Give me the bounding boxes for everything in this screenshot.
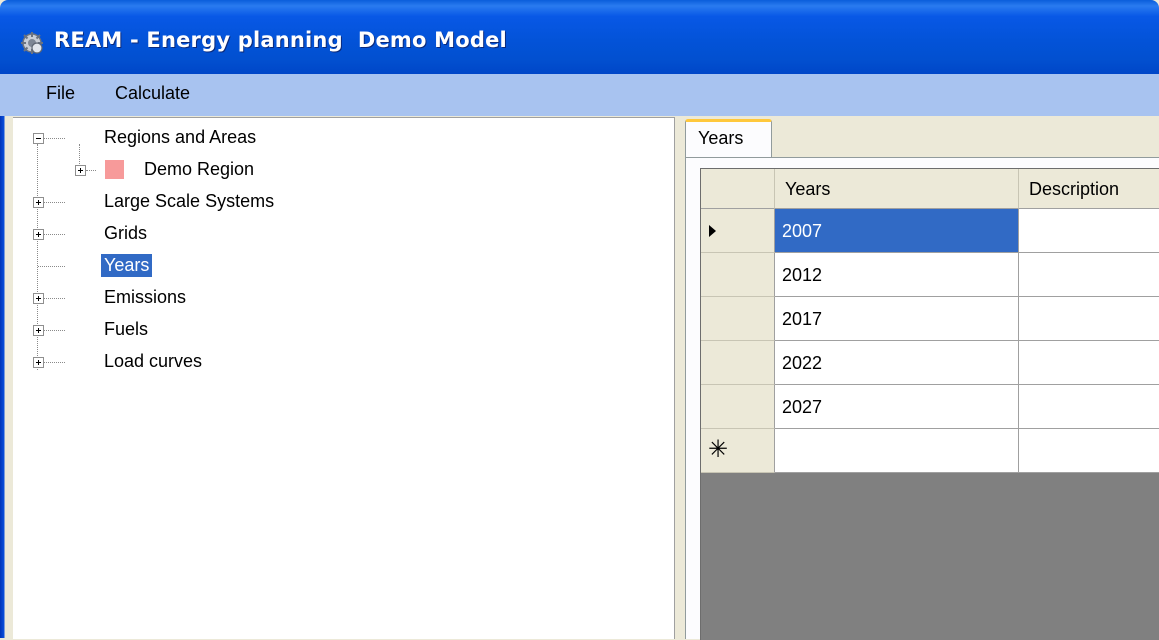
title-bar[interactable]: REAM - Energy planning Demo Model: [0, 0, 1159, 74]
window-title: REAM - Energy planning Demo Model: [54, 28, 507, 52]
row-header[interactable]: [701, 341, 775, 385]
expand-icon[interactable]: [33, 229, 44, 240]
tab-label: Years: [698, 128, 744, 148]
cell-years[interactable]: 2007: [775, 209, 1019, 253]
new-row-star-icon: ✳: [708, 436, 729, 463]
cell-years[interactable]: 2017: [775, 297, 1019, 341]
tab-content: Years Description 2007 2012 2017 2022 20…: [685, 157, 1159, 640]
tree-node-fuels[interactable]: Fuels: [13, 318, 413, 342]
row-header[interactable]: [701, 297, 775, 341]
expand-icon[interactable]: [33, 357, 44, 368]
cell-description[interactable]: [1019, 209, 1159, 253]
tree-node-load-curves[interactable]: Load curves: [13, 350, 413, 374]
menu-calculate[interactable]: Calculate: [111, 83, 194, 104]
expand-icon[interactable]: [33, 325, 44, 336]
region-color-swatch: [105, 160, 124, 179]
tree-node-label[interactable]: Regions and Areas: [101, 126, 259, 149]
tree-node-label[interactable]: Grids: [101, 222, 150, 245]
app-gear-icon: [21, 32, 43, 54]
tree-view[interactable]: Regions and Areas Demo Region Large Scal…: [13, 117, 675, 639]
expand-icon[interactable]: [33, 293, 44, 304]
grid-corner-header: [701, 169, 775, 209]
cell-years[interactable]: 2022: [775, 341, 1019, 385]
tree-node-regions-and-areas[interactable]: Regions and Areas: [13, 126, 413, 150]
tree-node-years[interactable]: Years: [13, 254, 413, 278]
menu-file[interactable]: File: [42, 83, 79, 104]
cell-description[interactable]: [1019, 253, 1159, 297]
tree-node-label[interactable]: Emissions: [101, 286, 189, 309]
tree-node-label[interactable]: Years: [101, 254, 153, 277]
detail-panel: Years Years Description 2007 2012 2017 2…: [683, 117, 1159, 640]
current-row-arrow-icon: [709, 225, 716, 237]
panel-splitter[interactable]: [675, 117, 683, 638]
tree-node-demo-region[interactable]: Demo Region: [13, 158, 413, 182]
collapse-icon[interactable]: [33, 133, 44, 144]
row-header[interactable]: [701, 253, 775, 297]
cell-years[interactable]: 2012: [775, 253, 1019, 297]
row-header-new[interactable]: ✳: [701, 429, 775, 473]
column-header-years[interactable]: Years: [775, 169, 1019, 209]
tree-node-emissions[interactable]: Emissions: [13, 286, 413, 310]
row-header[interactable]: [701, 209, 775, 253]
tree-node-grids[interactable]: Grids: [13, 222, 413, 246]
tree-node-large-scale-systems[interactable]: Large Scale Systems: [13, 190, 413, 214]
cell-description[interactable]: [1019, 341, 1159, 385]
cell-years[interactable]: 2027: [775, 385, 1019, 429]
window-left-border: [0, 116, 10, 638]
cell-description-new[interactable]: [1019, 429, 1159, 473]
menu-bar: File Calculate: [0, 74, 1159, 116]
tree-node-label[interactable]: Load curves: [101, 350, 205, 373]
tree-node-label[interactable]: Fuels: [101, 318, 151, 341]
expand-icon[interactable]: [33, 197, 44, 208]
cell-years-new[interactable]: [775, 429, 1019, 473]
tab-years[interactable]: Years: [685, 119, 772, 157]
cell-description[interactable]: [1019, 297, 1159, 341]
tree-node-label[interactable]: Large Scale Systems: [101, 190, 277, 213]
years-data-grid[interactable]: Years Description 2007 2012 2017 2022 20…: [700, 168, 1159, 640]
expand-icon[interactable]: [75, 165, 86, 176]
row-header[interactable]: [701, 385, 775, 429]
cell-description[interactable]: [1019, 385, 1159, 429]
tree-node-label[interactable]: Demo Region: [141, 158, 257, 181]
column-header-description[interactable]: Description: [1019, 169, 1159, 209]
